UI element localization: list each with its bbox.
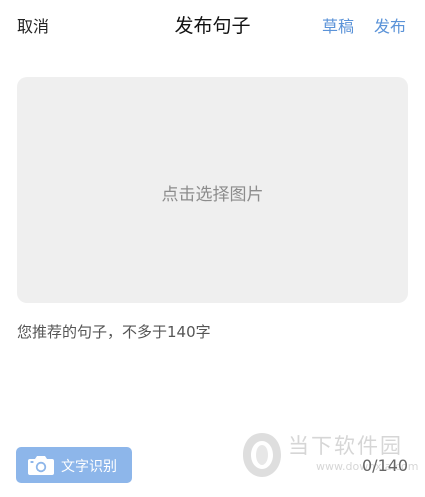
publish-sentence-page: 取消 发布句子 草稿 发布 点击选择图片 文字识别 当下软件园 www.down… bbox=[0, 0, 425, 497]
image-picker[interactable]: 点击选择图片 bbox=[17, 77, 408, 303]
camera-icon bbox=[28, 456, 54, 475]
watermark-logo-icon bbox=[243, 433, 281, 477]
draft-button[interactable]: 草稿 bbox=[322, 13, 354, 37]
char-counter: 0/140 bbox=[362, 456, 409, 475]
sentence-input[interactable] bbox=[17, 320, 408, 410]
page-title: 发布句子 bbox=[174, 15, 251, 37]
header-bar: 取消 发布句子 草稿 发布 bbox=[0, 0, 425, 48]
ocr-button-label: 文字识别 bbox=[61, 459, 117, 475]
image-picker-label: 点击选择图片 bbox=[161, 185, 264, 205]
publish-button[interactable]: 发布 bbox=[374, 13, 406, 37]
ocr-button[interactable]: 文字识别 bbox=[16, 447, 132, 483]
